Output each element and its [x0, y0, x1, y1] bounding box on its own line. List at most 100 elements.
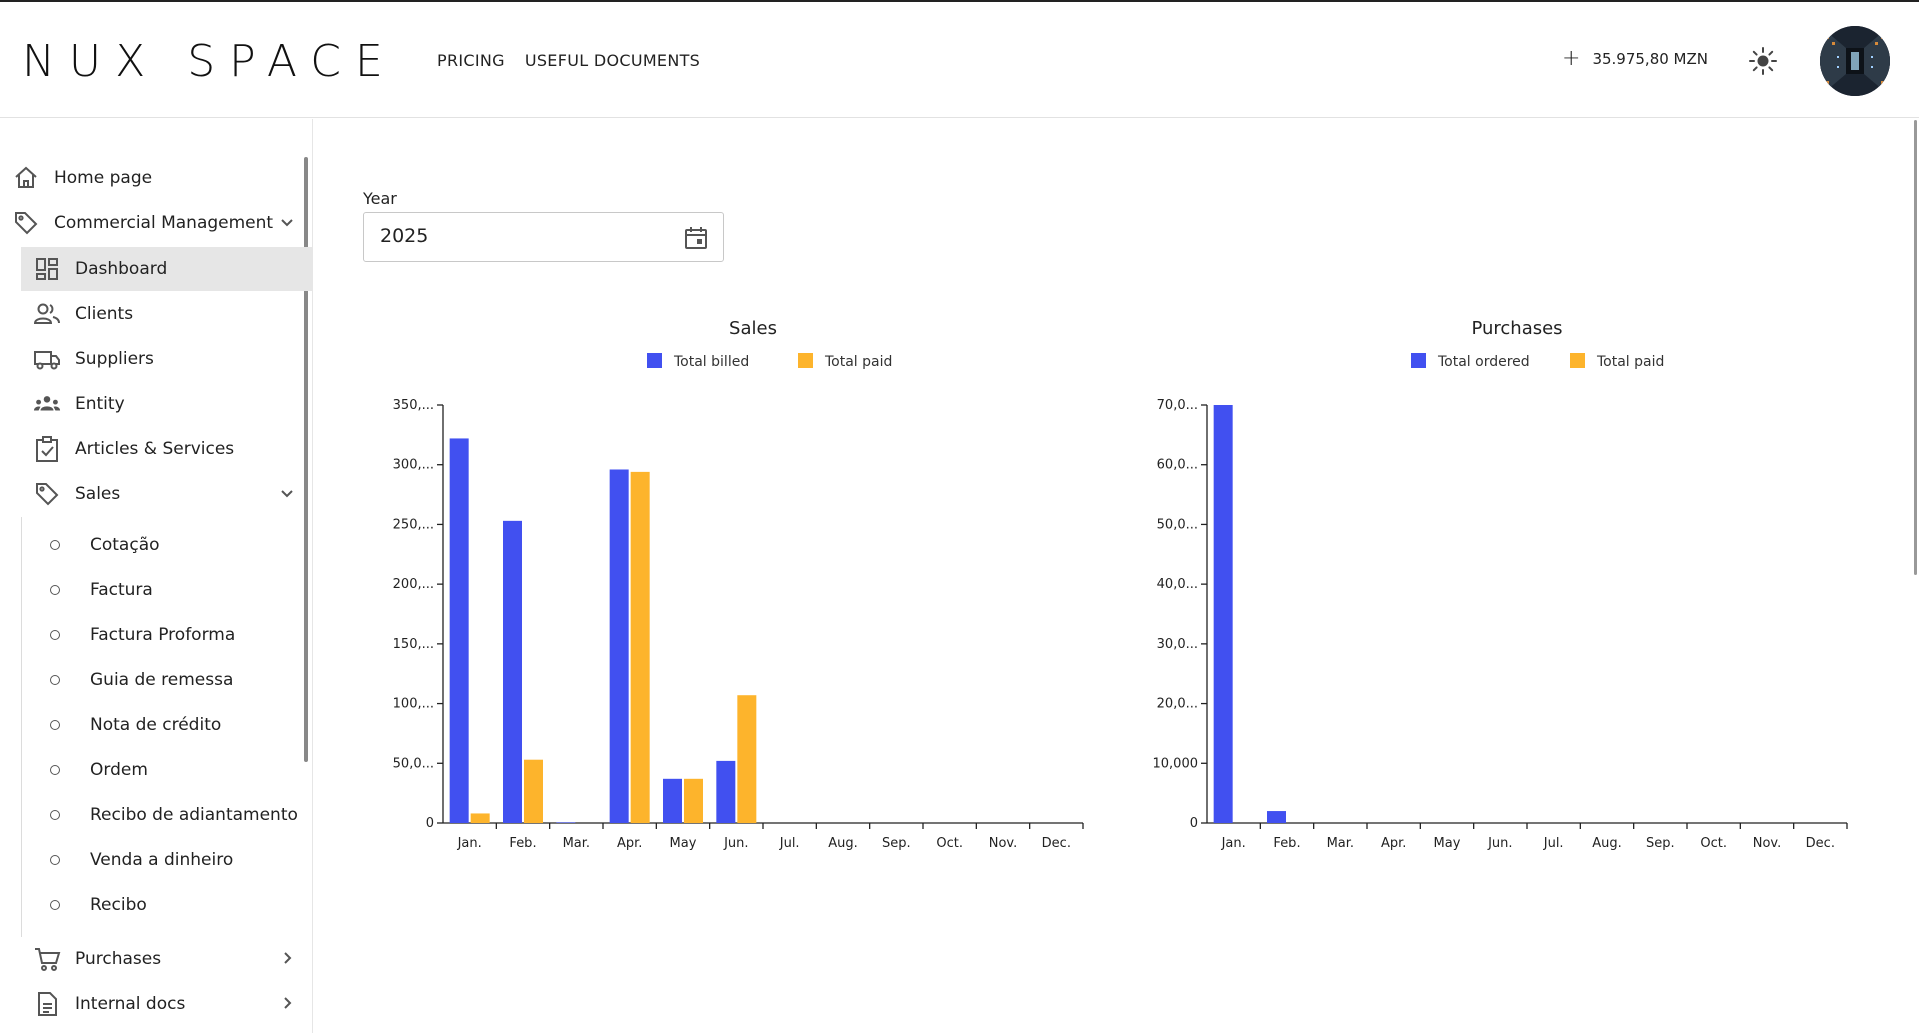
x-tick-label: May — [670, 836, 697, 851]
submenu-item-cotacao[interactable]: Cotação — [50, 525, 160, 565]
x-tick-label: Jun. — [1487, 836, 1512, 851]
y-tick-label: 10,000 — [1153, 756, 1199, 771]
sidebar-item-label: Commercial Management — [54, 213, 274, 233]
sidebar-item-label: Home page — [54, 168, 153, 188]
bar-total-paid[interactable] — [737, 695, 757, 823]
submenu-item-recibo-de-adiantamento[interactable]: Recibo de adiantamento — [50, 795, 298, 835]
x-tick-label: Feb. — [1273, 836, 1300, 851]
bar-total-billed[interactable] — [663, 778, 682, 823]
user-avatar[interactable] — [1820, 26, 1890, 96]
nav-pricing[interactable]: PRICING — [437, 51, 505, 70]
bar-total-billed[interactable] — [556, 822, 576, 823]
submenu-item-label: Recibo de adiantamento — [90, 805, 298, 825]
x-tick-label: Dec. — [1042, 836, 1071, 851]
sidebar-item-internal-docs[interactable]: Internal docs — [33, 982, 296, 1026]
y-tick-label: 40,0... — [1157, 577, 1198, 592]
bar-total-billed[interactable] — [716, 760, 736, 823]
purchases-chart: Purchases Total ordered Total paid 0 10,000 2… — [1144, 310, 1884, 870]
circle-icon — [50, 585, 60, 595]
sidebar-item-home[interactable]: Home page — [12, 156, 152, 200]
legend-label: Total billed — [673, 354, 749, 370]
submenu-item-factura-proforma[interactable]: Factura Proforma — [50, 615, 235, 655]
sidebar-item-articles-services[interactable]: Articles & Services — [33, 427, 234, 471]
bar-total-ordered[interactable] — [1267, 811, 1286, 823]
people-icon — [33, 300, 61, 328]
legend-item[interactable]: Total ordered — [1411, 353, 1530, 370]
balance-button[interactable]: + 35.975,80 MZN — [1562, 46, 1708, 71]
legend-item[interactable]: Total billed — [647, 353, 749, 370]
main-scrollbar[interactable] — [1914, 120, 1917, 575]
bar-total-paid[interactable] — [684, 778, 703, 823]
y-tick-label: 0 — [426, 816, 434, 831]
chevron-right-icon — [278, 994, 296, 1012]
sidebar-item-dashboard[interactable]: Dashboard — [21, 247, 313, 291]
cart-icon — [33, 945, 61, 973]
sidebar-item-label: Clients — [75, 304, 134, 324]
truck-icon — [33, 345, 61, 373]
top-nav: PRICING USEFUL DOCUMENTS — [437, 51, 700, 70]
legend-swatch — [1411, 353, 1426, 368]
tag-icon — [12, 209, 40, 237]
sidebar-item-suppliers[interactable]: Suppliers — [33, 337, 154, 381]
sidebar-item-label: Sales — [75, 484, 121, 504]
circle-icon — [50, 675, 60, 685]
document-icon — [33, 990, 61, 1018]
x-tick-label: Aug. — [1592, 836, 1622, 851]
chart-title: Sales — [729, 318, 777, 339]
year-field[interactable] — [363, 212, 724, 262]
submenu-item-label: Factura Proforma — [90, 625, 236, 645]
submenu-item-venda-a-dinheiro[interactable]: Venda a dinheiro — [50, 840, 233, 880]
bar-total-billed[interactable] — [609, 469, 629, 823]
y-tick-label: 20,0... — [1157, 697, 1198, 712]
sidebar-item-commercial-management[interactable]: Commercial Management — [12, 201, 296, 245]
y-tick-label: 60,0... — [1157, 458, 1198, 473]
legend-swatch — [798, 353, 813, 368]
balance-amount: 35.975,80 MZN — [1592, 50, 1708, 68]
x-tick-label: May — [1434, 836, 1461, 851]
submenu-item-label: Cotação — [90, 535, 160, 555]
y-tick-label: 350,... — [393, 398, 434, 413]
sidebar-item-label: Articles & Services — [75, 439, 235, 459]
chart-title: Purchases — [1471, 318, 1562, 339]
x-tick-label: Jul. — [1543, 836, 1564, 851]
sidebar-item-purchases[interactable]: Purchases — [33, 937, 296, 981]
x-tick-label: Sep. — [882, 836, 911, 851]
x-tick-label: Jun. — [723, 836, 748, 851]
submenu-item-recibo[interactable]: Recibo — [50, 885, 147, 925]
submenu-item-ordem[interactable]: Ordem — [50, 750, 148, 790]
y-tick-label: 250,... — [393, 517, 434, 532]
sidebar-item-clients[interactable]: Clients — [33, 292, 133, 336]
chevron-down-icon — [278, 484, 296, 502]
submenu-line — [21, 517, 22, 937]
y-tick-label: 50,0... — [1157, 517, 1198, 532]
bar-total-billed[interactable] — [503, 520, 522, 823]
sun-icon[interactable] — [1748, 46, 1778, 76]
legend-item[interactable]: Total paid — [798, 353, 892, 370]
submenu-item-nota-de-credito[interactable]: Nota de crédito — [50, 705, 221, 745]
submenu-item-label: Ordem — [90, 760, 148, 780]
submenu-item-guia-de-remessa[interactable]: Guia de remessa — [50, 660, 233, 700]
circle-icon — [50, 630, 60, 640]
bar-total-paid[interactable] — [470, 813, 490, 823]
bar-total-paid[interactable] — [524, 759, 543, 823]
submenu-item-factura[interactable]: Factura — [50, 570, 153, 610]
sidebar-item-sales[interactable]: Sales — [33, 472, 296, 516]
bar-total-ordered[interactable] — [1213, 405, 1233, 823]
year-input[interactable] — [380, 225, 640, 247]
x-tick-label: Aug. — [828, 836, 858, 851]
sidebar-item-entity[interactable]: Entity — [33, 382, 125, 426]
y-tick-label: 50,0... — [393, 756, 434, 771]
bar-total-paid[interactable] — [630, 471, 650, 823]
bar-total-billed[interactable] — [449, 438, 469, 823]
dashboard-icon — [33, 255, 61, 283]
plus-icon: + — [1562, 46, 1581, 71]
nav-useful-documents[interactable]: USEFUL DOCUMENTS — [525, 51, 700, 70]
tag-icon — [33, 480, 61, 508]
legend-item[interactable]: Total paid — [1570, 353, 1664, 370]
circle-icon — [50, 855, 60, 865]
clipboard-check-icon — [33, 435, 61, 463]
x-tick-label: Jan. — [1221, 836, 1246, 851]
x-tick-label: Apr. — [1381, 836, 1406, 851]
calendar-icon[interactable] — [683, 225, 709, 251]
logo[interactable]: NUX SPACE — [22, 36, 397, 87]
